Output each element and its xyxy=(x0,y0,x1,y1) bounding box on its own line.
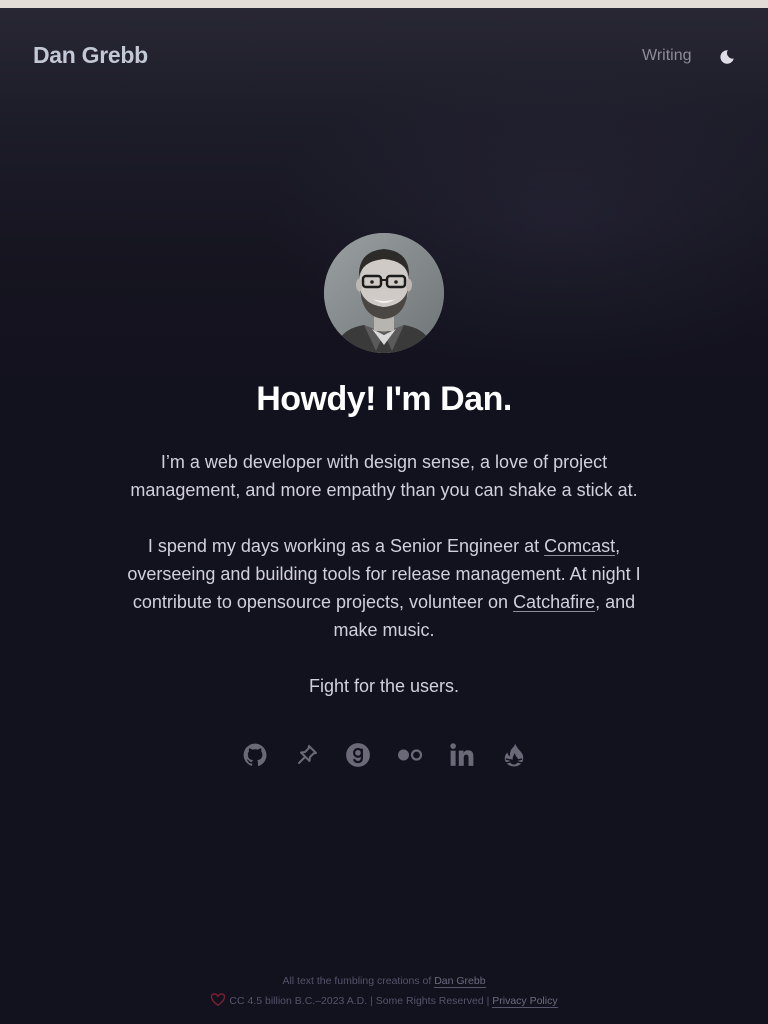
footer-author-link[interactable]: Dan Grebb xyxy=(434,975,486,988)
campfire-link[interactable] xyxy=(497,738,531,772)
footer-line-credits: All text the fumbling creations of Dan G… xyxy=(0,971,768,991)
footer-line-license: CC 4.5 billion B.C.–2023 A.D. | Some Rig… xyxy=(0,991,768,1011)
bio-text: I’m a web developer with design sense, a… xyxy=(112,448,656,728)
flame-icon xyxy=(504,743,524,767)
bio-paragraph-intro: I’m a web developer with design sense, a… xyxy=(130,452,638,500)
profile-photo xyxy=(324,233,444,353)
site-header: Dan Grebb Writing xyxy=(0,8,768,104)
pinboard-link[interactable] xyxy=(290,738,324,772)
moon-icon xyxy=(720,50,734,64)
site-footer: All text the fumbling creations of Dan G… xyxy=(0,971,768,1011)
github-icon xyxy=(243,743,267,766)
bio-text-span: I spend my days working as a Senior Engi… xyxy=(147,536,545,556)
goodreads-link[interactable] xyxy=(341,738,375,772)
privacy-policy-link[interactable]: Privacy Policy xyxy=(492,995,558,1008)
catchafire-link[interactable]: Catchafire xyxy=(513,592,595,612)
social-links xyxy=(0,738,768,772)
bio-tagline: Fight for the users. xyxy=(308,676,460,696)
page-headline: Howdy! I'm Dan. xyxy=(256,380,512,418)
pin-icon xyxy=(298,745,317,764)
footer-credits-text: All text the fumbling creations of xyxy=(282,975,435,987)
linkedin-icon xyxy=(450,743,474,766)
heart-icon xyxy=(211,993,226,1006)
flickr-link[interactable] xyxy=(393,738,427,772)
flickr-icon xyxy=(398,749,423,761)
top-border-strip xyxy=(0,0,768,8)
theme-toggle-button[interactable] xyxy=(716,46,738,68)
linkedin-link[interactable] xyxy=(445,738,479,772)
nav-link-writing[interactable]: Writing xyxy=(642,47,692,65)
github-link[interactable] xyxy=(238,738,272,772)
site-title-link[interactable]: Dan Grebb xyxy=(33,42,148,69)
goodreads-icon xyxy=(346,743,370,767)
footer-license-text: CC 4.5 billion B.C.–2023 A.D. | Some Rig… xyxy=(229,995,493,1007)
comcast-link[interactable]: Comcast xyxy=(544,536,615,556)
bio-paragraph-work: I spend my days working as a Senior Engi… xyxy=(112,532,656,644)
